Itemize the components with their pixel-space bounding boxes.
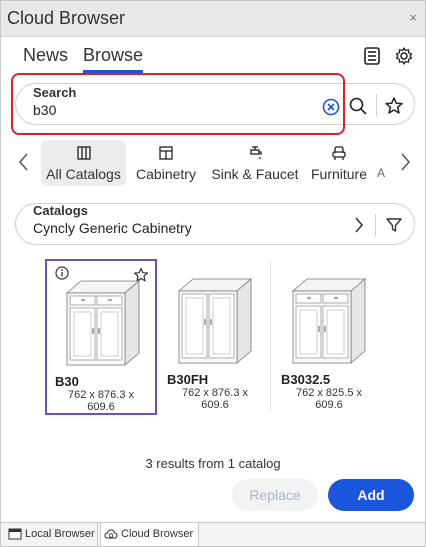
armchair-icon [332, 146, 346, 160]
category-label: Furniture [310, 166, 368, 182]
result-dims-line2: 609.6 [201, 399, 229, 411]
category-partial[interactable]: A [377, 140, 389, 186]
bottom-tab-bar: Local Browser Cloud Browser [1, 522, 425, 546]
chevron-right-icon[interactable] [397, 151, 413, 173]
search-icon[interactable] [348, 96, 368, 116]
result-dims-line1: 762 x 876.3 x [67, 389, 135, 401]
separator [376, 94, 377, 116]
cabinet-thumbnail [177, 278, 253, 364]
category-label: Cabinetry [136, 166, 196, 182]
result-name: B30FH [167, 372, 209, 387]
star-icon[interactable] [384, 96, 404, 116]
result-dims-line2: 609.6 [87, 401, 115, 413]
category-sink-faucet[interactable]: Sink & Faucet [207, 140, 303, 186]
tab-cloud-browser[interactable]: Cloud Browser [100, 523, 199, 546]
list-view-icon[interactable] [362, 46, 382, 66]
cabinet-thumbnail [65, 280, 141, 366]
cloud-browser-window: Cloud Browser × News Browse Search b30 A… [0, 0, 426, 547]
tab-news[interactable]: News [23, 45, 68, 66]
catalog-label: Catalogs [33, 203, 88, 218]
result-dimensions: 762 x 876.3 x 609.6 [47, 389, 155, 413]
category-label: Sink & Faucet [211, 166, 299, 182]
cloud-browser-icon [104, 529, 118, 539]
category-label: All Catalogs [46, 166, 121, 182]
chevron-right-icon[interactable] [352, 215, 366, 235]
catalog-book-icon [76, 146, 91, 160]
catalog-selector[interactable]: Catalogs Cyncly Generic Cabinetry [15, 203, 415, 245]
result-card-b30[interactable]: B30 762 x 876.3 x 609.6 [45, 259, 157, 415]
result-card-b3032-5[interactable]: B3032.5 762 x 825.5 x 609.6 [273, 259, 385, 415]
tab-label: Cloud Browser [121, 528, 194, 540]
category-furniture[interactable]: Furniture [307, 140, 371, 186]
separator [375, 214, 376, 236]
result-name: B30 [55, 374, 79, 389]
results-summary: 3 results from 1 catalog [145, 456, 281, 471]
result-name: B3032.5 [281, 372, 331, 387]
tab-label: Local Browser [25, 528, 95, 540]
close-icon[interactable]: × [409, 10, 417, 25]
filter-icon[interactable] [385, 216, 403, 234]
search-highlight-box [11, 73, 345, 135]
category-cabinetry[interactable]: Cabinetry [131, 140, 201, 186]
catalog-value: Cyncly Generic Cabinetry [33, 220, 192, 236]
category-strip: All Catalogs Cabinetry Sink & Faucet Fur… [39, 140, 389, 188]
result-dims-line1: 762 x 825.5 x [295, 387, 363, 399]
result-dims-line1: 762 x 876.3 x [181, 387, 249, 399]
chevron-left-icon[interactable] [16, 151, 32, 173]
result-dimensions: 762 x 876.3 x 609.6 [159, 387, 271, 411]
result-dims-line2: 609.6 [315, 399, 343, 411]
result-card-b30fh[interactable]: B30FH 762 x 876.3 x 609.6 [159, 259, 271, 415]
gear-icon[interactable] [394, 46, 414, 66]
results-grid: B30 762 x 876.3 x 609.6 B30FH 762 x 876.… [41, 259, 391, 419]
tab-local-browser[interactable]: Local Browser [5, 523, 98, 546]
local-browser-icon [8, 528, 22, 540]
title-bar: Cloud Browser × [1, 1, 425, 37]
cabinet-thumbnail [291, 278, 367, 364]
category-all-catalogs[interactable]: All Catalogs [41, 140, 126, 186]
faucet-icon [250, 146, 262, 159]
window-title: Cloud Browser [7, 8, 126, 28]
add-button[interactable]: Add [328, 479, 414, 511]
category-label: A [377, 166, 386, 180]
cabinet-icon [159, 146, 173, 160]
result-dimensions: 762 x 825.5 x 609.6 [273, 387, 385, 411]
replace-button[interactable]: Replace [232, 479, 318, 511]
tab-browse[interactable]: Browse [83, 45, 144, 73]
